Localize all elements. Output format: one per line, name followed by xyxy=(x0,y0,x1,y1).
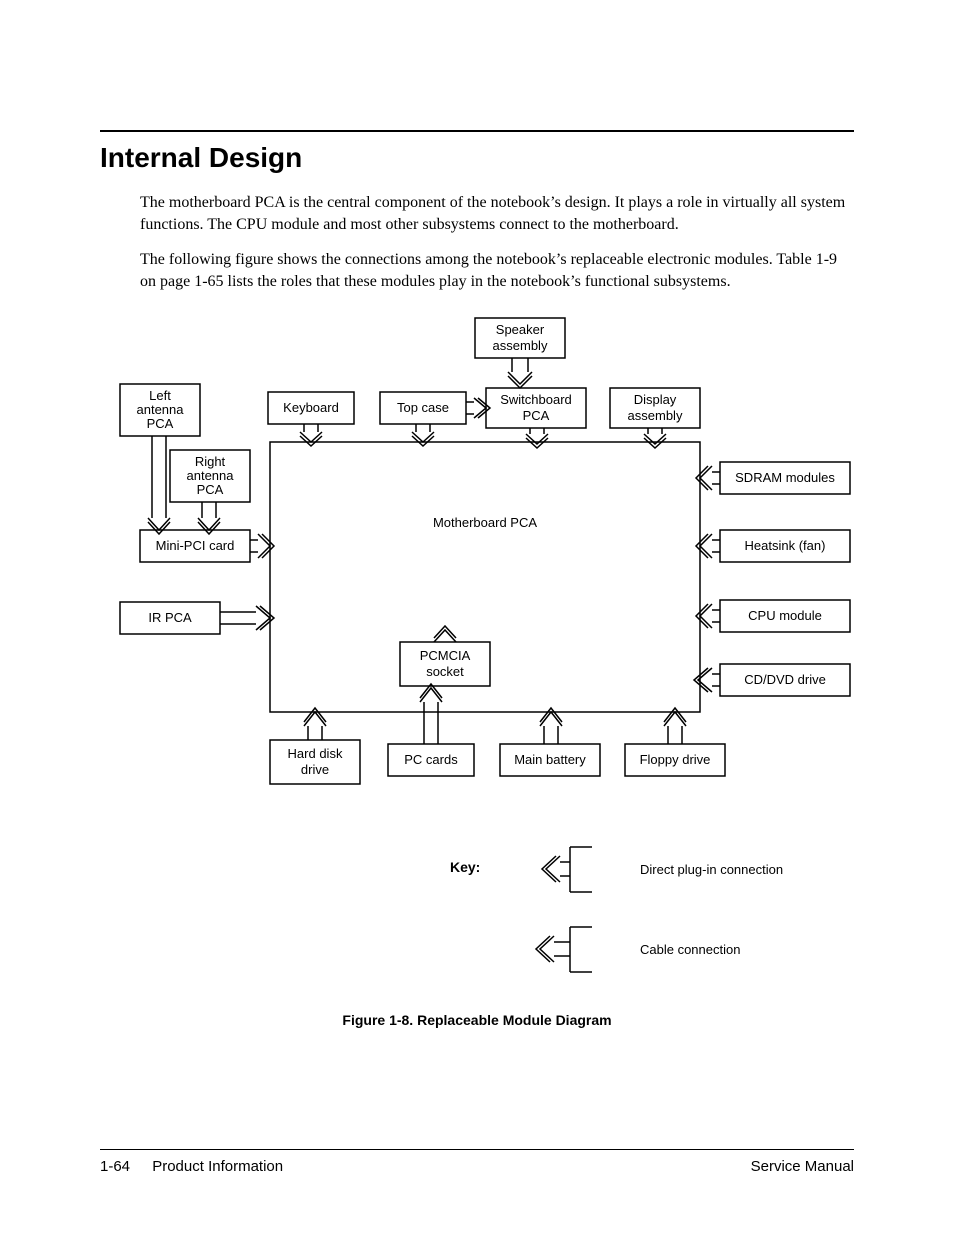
key-cable-icon xyxy=(536,927,592,972)
conn-leftant-minipci xyxy=(148,436,170,534)
module-diagram: .box { fill:#fff; stroke:#000; stroke-wi… xyxy=(100,312,854,1028)
conn-rightant-minipci xyxy=(198,502,220,534)
minipci-label: Mini-PCI card xyxy=(156,538,235,553)
keyboard-label: Keyboard xyxy=(283,400,339,415)
key-cable-label: Cable connection xyxy=(640,942,740,957)
switchboard-l2: PCA xyxy=(523,408,550,423)
paragraph-1: The motherboard PCA is the central compo… xyxy=(140,192,854,235)
paragraph-2: The following figure shows the connectio… xyxy=(140,249,854,292)
cpu-label: CPU module xyxy=(748,608,822,623)
switchboard-l1: Switchboard xyxy=(500,392,572,407)
right-antenna-l3: PCA xyxy=(197,482,224,497)
conn-mainbatt-mb xyxy=(540,708,562,744)
topcase-label: Top case xyxy=(397,400,449,415)
motherboard-label: Motherboard PCA xyxy=(433,515,537,530)
display-l1: Display xyxy=(634,392,677,407)
hdd-l1: Hard disk xyxy=(288,746,343,761)
display-l2: assembly xyxy=(628,408,683,423)
pcmcia-l1: PCMCIA xyxy=(420,648,471,663)
cddvd-label: CD/DVD drive xyxy=(744,672,826,687)
footer-manual: Service Manual xyxy=(751,1158,854,1175)
footer-left: 1-64 Product Information xyxy=(100,1158,283,1175)
pccards-label: PC cards xyxy=(404,752,458,767)
left-antenna-l3: PCA xyxy=(147,416,174,431)
speaker-l2: assembly xyxy=(493,338,548,353)
key-direct-label: Direct plug-in connection xyxy=(640,862,783,877)
pcmcia-l2: socket xyxy=(426,664,464,679)
conn-hdd-mb xyxy=(304,708,326,740)
page-number: 1-64 xyxy=(100,1158,130,1175)
figure-caption: Figure 1-8. Replaceable Module Diagram xyxy=(100,1012,854,1028)
diagram-svg: .box { fill:#fff; stroke:#000; stroke-wi… xyxy=(100,312,860,1002)
page-heading: Internal Design xyxy=(100,142,854,174)
conn-floppy-mb xyxy=(664,708,686,744)
right-antenna-l2: antenna xyxy=(187,468,235,483)
speaker-l1: Speaker xyxy=(496,322,545,337)
key-label: Key: xyxy=(450,859,480,875)
page-footer: 1-64 Product Information Service Manual xyxy=(100,1149,854,1175)
bottom-rule xyxy=(100,1149,854,1150)
irpca-label: IR PCA xyxy=(148,610,192,625)
hdd-l2: drive xyxy=(301,762,329,777)
right-antenna-l1: Right xyxy=(195,454,226,469)
footer-section: Product Information xyxy=(152,1158,283,1175)
conn-irpca-mb xyxy=(220,606,274,630)
sdram-label: SDRAM modules xyxy=(735,470,835,485)
conn-speaker-switchboard xyxy=(508,358,532,388)
top-rule xyxy=(100,130,854,132)
heatsink-label: Heatsink (fan) xyxy=(745,538,826,553)
left-antenna-l1: Left xyxy=(149,388,171,403)
key-direct-icon xyxy=(542,847,592,892)
left-antenna-l2: antenna xyxy=(137,402,185,417)
floppy-label: Floppy drive xyxy=(640,752,711,767)
mainbatt-label: Main battery xyxy=(514,752,586,767)
page: Internal Design The motherboard PCA is t… xyxy=(0,0,954,1235)
